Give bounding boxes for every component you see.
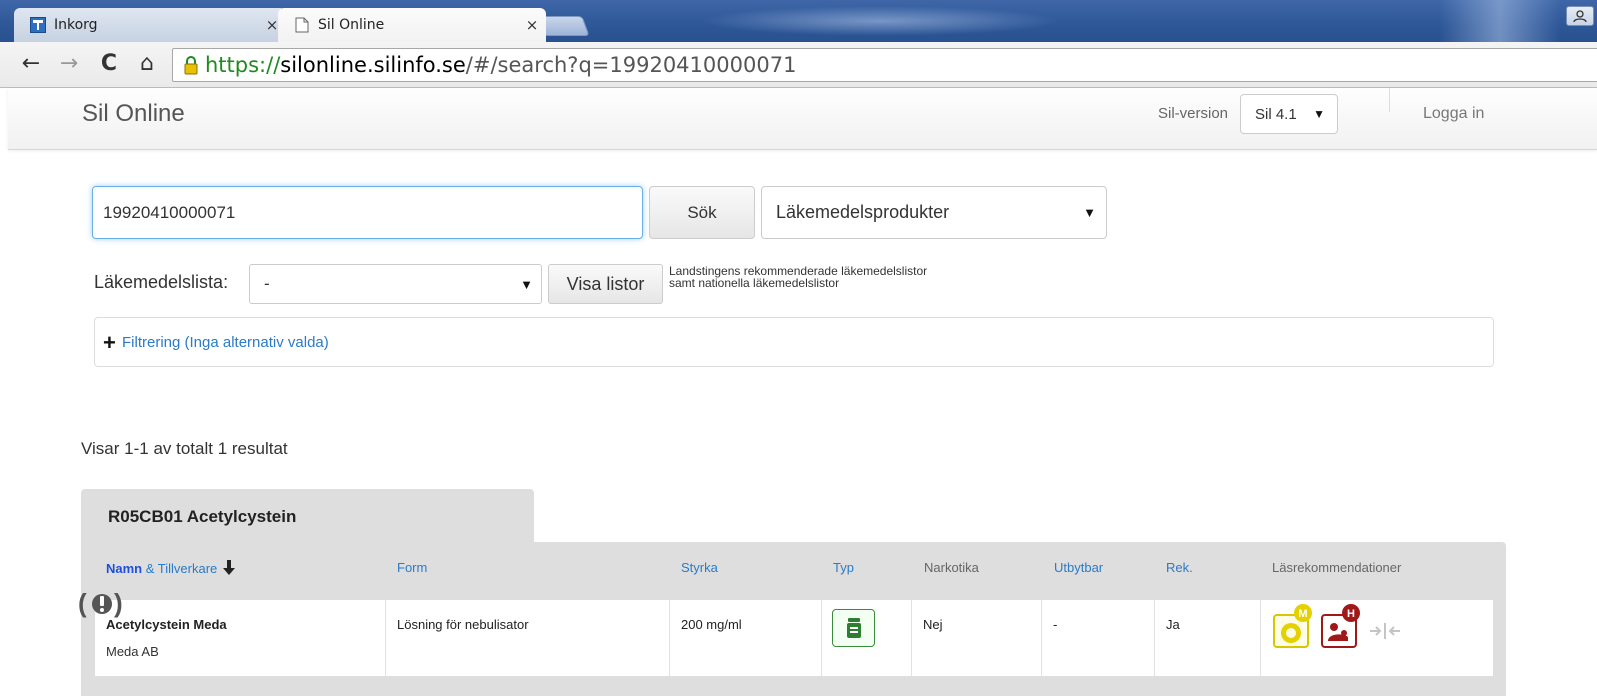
column-header-name[interactable]: Namn & Tillverkare [106, 560, 235, 579]
filter-toggle-link[interactable]: Filtrering (Inga alternativ valda) [122, 334, 329, 351]
product-form: Lösning för nebulisator [397, 617, 529, 632]
home-icon[interactable]: ⌂ [134, 50, 160, 76]
atc-group-tab: R05CB01 Acetylcystein [81, 489, 534, 545]
caret-down-icon: ▼ [520, 277, 533, 292]
login-link[interactable]: Logga in [1423, 105, 1484, 123]
version-label: Sil-version [1158, 105, 1229, 122]
tab-title: Inkorg [54, 17, 98, 33]
cell-narcotic: Nej [912, 600, 1042, 676]
cell-strength: 200 mg/ml [670, 600, 822, 676]
lists-help-text: Landstingens rekommenderade läkemedelsli… [669, 265, 1029, 289]
tab-inkorg[interactable]: Inkorg × [14, 8, 286, 42]
column-header-form[interactable]: Form [397, 560, 427, 575]
tab-title: Sil Online [318, 17, 385, 33]
brand-link[interactable]: Sil Online [82, 100, 185, 128]
cell-exchangeable: - [1042, 600, 1155, 676]
type-button[interactable] [832, 609, 875, 647]
sort-column-name: Namn [106, 560, 143, 576]
show-lists-button[interactable]: Visa listor [548, 264, 663, 304]
url-path: /#/search?q=19920410000071 [465, 53, 797, 77]
medicine-bottle-icon [846, 618, 861, 638]
search-type-value: Läkemedelsprodukter [776, 202, 950, 222]
forward-icon[interactable]: → [56, 50, 82, 76]
caret-down-icon: ▼ [1083, 205, 1096, 220]
medicine-list-select[interactable]: - ▼ [249, 264, 542, 304]
url-scheme: https:// [205, 53, 281, 77]
column-header-name-rest: & Tillverkare [142, 560, 218, 576]
result-summary: Visar 1-1 av totalt 1 resultat [81, 439, 288, 458]
browser-window: Inkorg × Sil Online × ← → C ⌂ https://si… [0, 0, 1597, 696]
caret-down-icon: ▼ [1313, 107, 1325, 121]
interaction-icon[interactable] [1370, 623, 1400, 639]
tab-sil-online[interactable]: Sil Online × [278, 8, 546, 42]
svg-text:(: ( [78, 590, 87, 618]
version-value: Sil 4.1 [1255, 105, 1297, 123]
svg-text:): ) [114, 590, 123, 618]
cell-name: Acetylcystein Meda Meda AB [95, 600, 386, 676]
site-header: Sil Online Sil-version Sil 4.1 ▼ Logga i… [8, 88, 1597, 150]
badge-m-label: M [1298, 608, 1307, 620]
pregnancy-icon[interactable]: M [1273, 604, 1312, 648]
titlebar-glow-right [1440, 0, 1560, 42]
product-name[interactable]: Acetylcystein Meda [106, 617, 227, 632]
exchangeable-value: - [1053, 617, 1058, 632]
medicine-list-label: Läkemedelslista: [94, 272, 229, 292]
rec-value: Ja [1166, 617, 1180, 632]
titlebar-glow [700, 6, 1060, 36]
header-divider [1389, 88, 1390, 112]
column-header-rec[interactable]: Rek. [1166, 560, 1193, 575]
column-header-reading: Läsrekommendationer [1272, 560, 1402, 575]
reading-recommendations: M H [1272, 603, 1422, 649]
narcotic-value: Nej [923, 617, 943, 632]
lists-help-line: samt nationella läkemedelslistor [669, 276, 840, 290]
medicine-list-value: - [264, 274, 270, 293]
sort-down-icon [222, 560, 235, 579]
search-button[interactable]: Sök [649, 186, 755, 239]
url-host: silonline.silinfo.se [280, 53, 466, 77]
manufacturer: Meda AB [106, 644, 159, 659]
search-type-select[interactable]: Läkemedelsprodukter ▼ [761, 186, 1107, 239]
tab-strip: Inkorg × Sil Online × [0, 0, 1597, 42]
column-header-narcotic: Narkotika [924, 560, 979, 575]
search-query: 19920410000071 [103, 202, 236, 222]
cell-form: Lösning för nebulisator [386, 600, 670, 676]
filter-panel: + Filtrering (Inga alternativ valda) [94, 317, 1494, 367]
column-header-type[interactable]: Typ [833, 560, 854, 575]
plus-icon[interactable]: + [103, 332, 116, 354]
address-bar[interactable]: https://silonline.silinfo.se/#/search?q=… [172, 48, 1597, 82]
search-input[interactable]: 19920410000071 [92, 186, 643, 239]
lock-icon [183, 55, 199, 75]
product-strength: 200 mg/ml [681, 617, 742, 632]
warning-icon[interactable]: ( ) [78, 588, 126, 618]
page-favicon-icon [294, 17, 310, 33]
version-select[interactable]: Sil 4.1 ▼ [1240, 94, 1338, 134]
cell-rec: Ja [1155, 600, 1261, 676]
browser-toolbar: ← → C ⌂ https://silonline.silinfo.se/#/s… [0, 42, 1597, 88]
badge-h-label: H [1347, 608, 1355, 620]
tab-close-icon[interactable]: × [518, 16, 546, 34]
profile-icon[interactable] [1566, 6, 1594, 26]
column-header-strength[interactable]: Styrka [681, 560, 718, 575]
column-header-exchangeable[interactable]: Utbytbar [1054, 560, 1103, 575]
atc-group-title: R05CB01 Acetylcystein [108, 507, 297, 526]
breastfeeding-icon[interactable]: H [1321, 604, 1360, 648]
reload-icon[interactable]: C [96, 50, 122, 76]
mail-favicon-icon [30, 17, 46, 33]
back-icon[interactable]: ← [18, 50, 44, 76]
